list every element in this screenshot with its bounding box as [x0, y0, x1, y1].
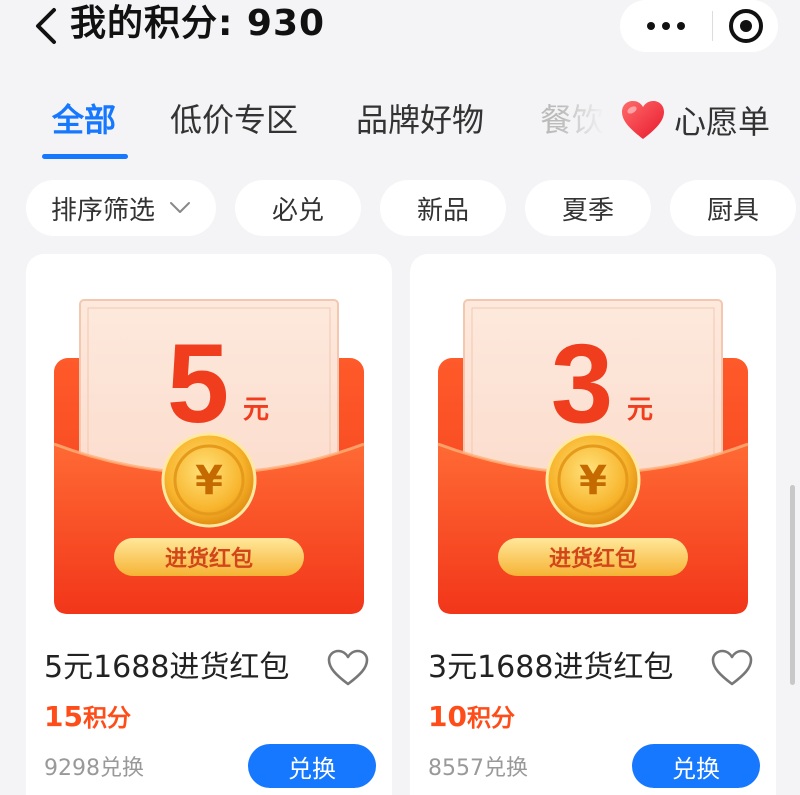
tab-wishlist-label: 心愿单 [674, 103, 771, 141]
category-tabs: 全部 低价专区 品牌好物 餐饮 心愿单 [0, 92, 800, 162]
filter-chips: 排序筛选 必兑 新品 夏季 厨具 [0, 180, 800, 238]
more-dot [662, 22, 670, 30]
envelope-band-label: 进货红包 [165, 546, 253, 572]
points-unit: 积分 [82, 704, 131, 732]
yen-symbol: ¥ [579, 458, 607, 504]
redeemed-count: 8557兑换 [428, 756, 528, 781]
tab-low-price[interactable]: 低价专区 [170, 92, 298, 148]
sort-filter-label: 排序筛选 [50, 195, 155, 226]
back-button[interactable] [28, 4, 64, 48]
envelope-unit: 元 [627, 395, 653, 425]
product-points: 15积分 [44, 698, 131, 733]
redeemed-count: 9298兑换 [44, 756, 144, 781]
header: 我的积分: 930 [0, 0, 800, 80]
envelope-amount: 3 [551, 321, 613, 446]
tab-all[interactable]: 全部 [52, 92, 116, 148]
envelope-unit: 元 [243, 395, 269, 425]
red-envelope-illustration: 5 元 ¥ 进货红包 [53, 299, 365, 614]
product-title: 3元1688进货红包 [428, 650, 674, 685]
favorite-button[interactable] [326, 648, 370, 688]
envelope-band-label: 进货红包 [549, 546, 637, 572]
red-envelope-image: 3 元 ¥ 进货红包 [432, 294, 754, 624]
page-title: 我的积分: 930 [70, 3, 326, 44]
favorite-button[interactable] [710, 648, 754, 688]
product-card[interactable]: 3 元 ¥ 进货红包 3元1688进货红包 10积分 8557兑换 兑换 [410, 254, 776, 795]
more-dots-icon [647, 22, 655, 30]
points-unit: 积分 [466, 704, 515, 732]
chip-must-redeem[interactable]: 必兑 [235, 180, 361, 236]
points-value: 10 [428, 700, 467, 733]
tab-dining[interactable]: 餐饮 [540, 92, 604, 148]
close-button[interactable] [713, 0, 778, 52]
tab-wishlist[interactable]: 心愿单 [620, 92, 770, 148]
tab-brand-goods[interactable]: 品牌好物 [356, 92, 484, 148]
points-value: 15 [44, 700, 83, 733]
chevron-down-icon [170, 202, 190, 213]
heart-icon [622, 101, 664, 139]
chip-new[interactable]: 新品 [380, 180, 506, 236]
sort-filter-chip[interactable]: 排序筛选 [26, 180, 216, 236]
close-circle-icon [728, 9, 763, 43]
chip-kitchenware[interactable]: 厨具 [670, 180, 796, 236]
product-title: 5元1688进货红包 [44, 650, 290, 685]
product-card[interactable]: 5 元 ¥ 进货红包 5元1688进货红包 15积分 9298兑换 兑换 [26, 254, 392, 795]
redeem-button[interactable]: 兑换 [248, 744, 376, 788]
redeem-button[interactable]: 兑换 [632, 744, 760, 788]
heart-outline-icon [327, 649, 369, 686]
envelope-amount: 5 [167, 321, 229, 446]
product-points: 10积分 [428, 698, 515, 733]
red-envelope-illustration: 3 元 ¥ 进货红包 [437, 299, 749, 614]
chevron-left-icon [36, 8, 56, 44]
more-button[interactable] [620, 0, 712, 52]
yen-symbol: ¥ [195, 458, 223, 504]
more-dot [677, 22, 685, 30]
chip-summer[interactable]: 夏季 [525, 180, 651, 236]
scrollbar[interactable] [790, 485, 795, 685]
red-envelope-image: 5 元 ¥ 进货红包 [48, 294, 370, 624]
active-tab-indicator [42, 154, 128, 159]
heart-outline-icon [711, 649, 753, 686]
mini-program-capsule [620, 0, 778, 52]
close-dot [739, 20, 752, 32]
